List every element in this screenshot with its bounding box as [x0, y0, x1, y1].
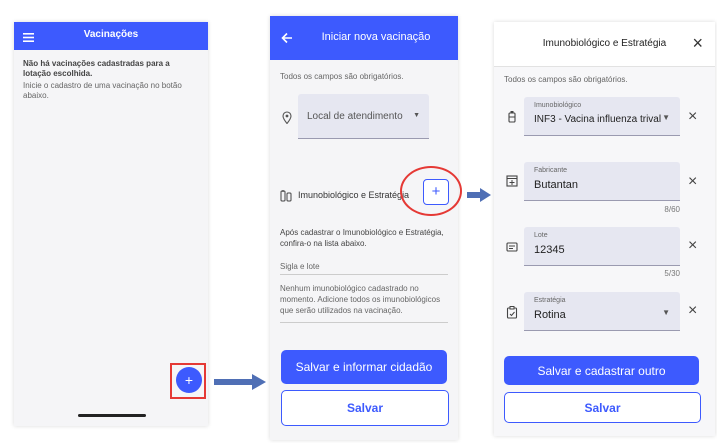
syringe-icon [506, 110, 518, 128]
app-bar: Iniciar nova vacinação [270, 16, 458, 60]
clipboard-icon [506, 306, 518, 324]
save-and-inform-citizen-button[interactable]: Salvar e informar cidadão [281, 350, 447, 384]
close-icon[interactable]: × [692, 33, 703, 54]
app-bar: Vacinações [14, 22, 208, 50]
clear-batch-icon[interactable]: × [688, 238, 697, 254]
clear-strategy-icon[interactable]: × [688, 303, 697, 319]
required-note: Todos os campos são obrigatórios. [504, 75, 628, 84]
dialog-header: Imunobiológico e Estratégia × [494, 22, 715, 67]
manufacturer-char-counter: 8/60 [664, 205, 680, 214]
strategy-select[interactable]: Estratégia Rotina ▼ [524, 292, 680, 331]
location-placeholder: Local de atendimento [307, 111, 403, 122]
save-and-register-another-button[interactable]: Salvar e cadastrar outro [504, 356, 699, 385]
add-button-highlight-circle [400, 166, 462, 216]
flow-arrow-1 [214, 374, 266, 390]
batch-value: 12345 [534, 244, 565, 256]
location-pin-icon [282, 111, 292, 125]
immunobiological-select[interactable]: Imunobiológico INF3 - Vacina influenza t… [524, 97, 680, 136]
required-note: Todos os campos são obrigatórios. [280, 72, 404, 81]
immunobiological-label: Imunobiológico [534, 102, 582, 109]
batch-icon [506, 240, 518, 258]
empty-list-message: Nenhum imunobiológico cadastrado no mome… [280, 284, 441, 315]
strategy-value: Rotina [534, 309, 566, 321]
after-note: Após cadastrar o Imunobiológico e Estrat… [280, 228, 444, 248]
chevron-down-icon: ▼ [662, 308, 670, 317]
clear-immunobiological-icon[interactable]: × [688, 109, 697, 125]
batch-char-counter: 5/30 [664, 269, 680, 278]
batch-input[interactable]: Lote 12345 [524, 227, 680, 266]
manufacturer-icon [506, 174, 518, 192]
save-button[interactable]: Salvar [281, 390, 449, 426]
divider [280, 322, 448, 323]
list-header: Sigla e lote [280, 262, 320, 271]
screen-imunobiologico-estrategia: Imunobiológico e Estratégia × Todos os c… [494, 22, 715, 436]
page-title: Iniciar nova vacinação [321, 31, 431, 43]
empty-state-hint: Inicie o cadastro de uma vacinação no bo… [23, 81, 182, 100]
divider [280, 274, 448, 275]
chevron-down-icon: ▼ [413, 112, 420, 119]
manufacturer-value: Butantan [534, 179, 579, 191]
flow-arrow-2 [467, 188, 491, 202]
save-button[interactable]: Salvar [504, 392, 701, 423]
chevron-down-icon: ▼ [662, 113, 670, 122]
clear-manufacturer-icon[interactable]: × [688, 174, 697, 190]
section-label: Imunobiológico e Estratégia [298, 190, 410, 200]
page-title: Vacinações [83, 29, 139, 40]
home-indicator [78, 414, 146, 417]
immunobiological-value: INF3 - Vacina influenza trival [534, 114, 662, 125]
back-arrow-icon[interactable] [281, 31, 293, 44]
fab-highlight-box [170, 363, 206, 399]
manufacturer-label: Fabricante [534, 167, 568, 174]
dialog-title: Imunobiológico e Estratégia [542, 38, 667, 49]
manufacturer-input[interactable]: Fabricante Butantan [524, 162, 680, 201]
vaccine-icon [280, 189, 292, 202]
strategy-label: Estratégia [534, 297, 566, 304]
screen-iniciar-vacinacao: Iniciar nova vacinação Todos os campos s… [270, 16, 458, 440]
location-select[interactable]: Local de atendimento ▼ [298, 94, 429, 139]
empty-state-title: Não há vacinações cadastradas para a lot… [23, 59, 170, 78]
batch-label: Lote [534, 232, 548, 239]
